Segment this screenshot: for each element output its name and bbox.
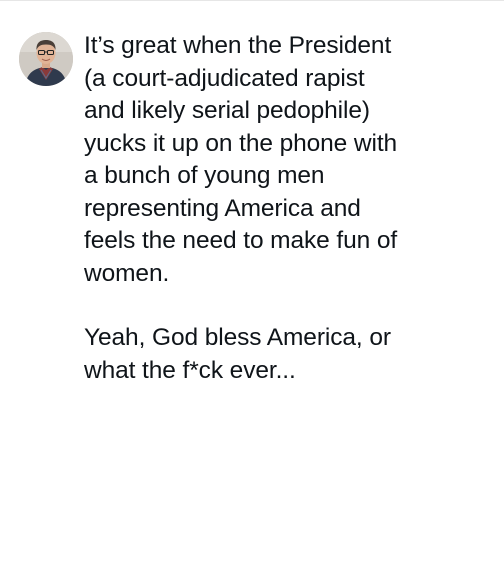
post-text-line: representing America and xyxy=(84,194,361,222)
post-body: It’s great when the President (a court-a… xyxy=(84,30,484,387)
post-text-line: (a court-adjudicated rapist xyxy=(84,64,365,92)
post-text-line: women. xyxy=(84,259,170,287)
avatar[interactable] xyxy=(19,32,73,86)
post[interactable]: It’s great when the President (a court-a… xyxy=(19,30,489,387)
post-text-line: It’s great when the President xyxy=(84,32,392,59)
post-text-line: yucks it up on the phone with xyxy=(84,129,398,157)
top-divider xyxy=(0,0,504,1)
post-text-line: feels the need to make fun of xyxy=(84,227,398,254)
post-text-line: Yeah, God bless America, or xyxy=(84,324,391,351)
post-text-line: what the f*ck ever... xyxy=(84,356,296,384)
post-text-line: a bunch of young men xyxy=(84,162,325,189)
post-text: It’s great when the President (a court-a… xyxy=(84,30,484,387)
post-text-line: and likely serial pedophile) xyxy=(84,97,370,124)
avatar-photo-icon xyxy=(19,32,73,86)
